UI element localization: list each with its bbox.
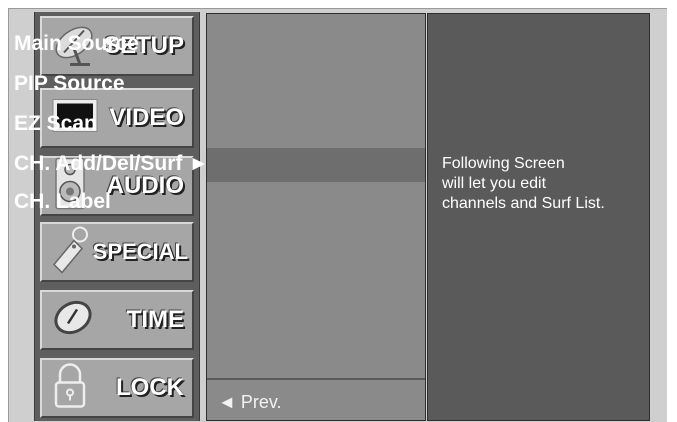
submenu-divider [207, 378, 425, 380]
description-line: will let you edit [442, 175, 547, 192]
submenu-selection-highlight [207, 148, 425, 182]
submenu-item-pip-source[interactable]: PIP Source [14, 72, 125, 96]
submenu-item-main-source[interactable]: Main Source [14, 32, 139, 56]
category-time[interactable]: TIME [40, 290, 194, 350]
description-line: channels and Surf List. [442, 195, 605, 212]
category-label: VIDEO [109, 104, 184, 131]
padlock-icon [50, 361, 90, 416]
category-label: LOCK [116, 374, 184, 401]
submenu-item-ez-scan[interactable]: EZ Scan [14, 112, 97, 136]
category-label: TIME [126, 306, 184, 333]
category-special[interactable]: SPECIAL [40, 222, 194, 282]
description-line: Following Screen [442, 155, 565, 172]
prev-button[interactable]: ◄ Prev. [218, 392, 282, 413]
description-text: Following Screen will let you edit chann… [442, 154, 605, 214]
submenu-panel [206, 13, 426, 421]
category-label: SPECIAL [92, 239, 188, 264]
category-lock[interactable]: LOCK [40, 358, 194, 418]
submenu-item-ch-add-del-surf[interactable]: CH. Add/Del/Surf ► [14, 152, 209, 176]
tv-osd-screen: SETUP VIDEO AUDIO SPECIAL TIME LOCK Main… [0, 0, 677, 422]
submenu-item-ch-label[interactable]: CH. Label [14, 190, 111, 214]
description-panel [427, 13, 650, 421]
clock-icon [50, 296, 96, 345]
tag-icon [46, 225, 92, 280]
category-label: AUDIO [106, 172, 184, 199]
